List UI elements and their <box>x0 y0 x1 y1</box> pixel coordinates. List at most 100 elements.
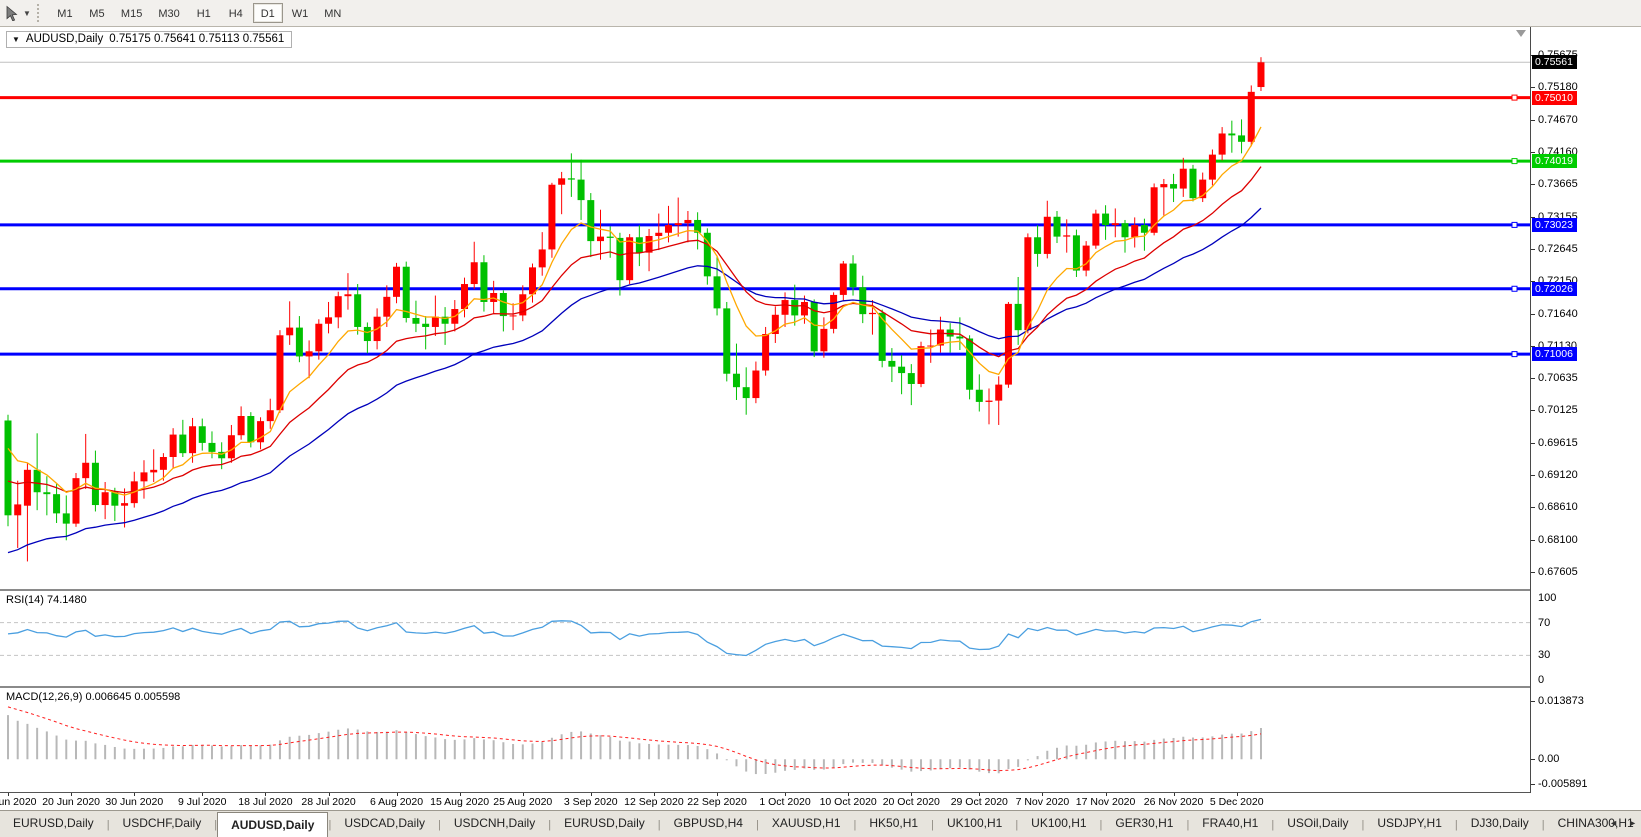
timeframe-button-M5[interactable]: M5 <box>82 3 112 23</box>
toolbar-drag-handle[interactable] <box>37 4 43 22</box>
macd-canvas <box>0 688 1530 792</box>
price-axis-tick-label: 0.69615 <box>1538 437 1578 449</box>
tab-scroll-buttons: ◄ ► <box>1609 818 1637 828</box>
chart-tool-group[interactable]: ▼ <box>0 5 35 21</box>
ohlc-values: 0.75175 0.75641 0.75113 0.75561 <box>109 33 284 45</box>
price-axis-tick <box>1531 507 1535 508</box>
price-axis-tick <box>1531 184 1535 185</box>
price-axis-tick-label: 0.69120 <box>1538 469 1578 481</box>
timeframe-button-H4[interactable]: H4 <box>221 3 251 23</box>
price-axis-tick <box>1531 540 1535 541</box>
macd-indicator-pane[interactable] <box>0 688 1530 793</box>
price-axis-tick-label: 0.68610 <box>1538 501 1578 513</box>
chart-shift-marker-icon[interactable] <box>1516 30 1526 37</box>
date-tick-label: 20 Jun 2020 <box>42 796 100 808</box>
symbol-tab-USOil-Daily[interactable]: USOil,Daily <box>1274 811 1361 837</box>
hline-price-badge[interactable]: 0.75010 <box>1532 91 1577 105</box>
date-tick-label: 17 Nov 2020 <box>1076 796 1136 808</box>
tab-scroll-left-button[interactable]: ◄ <box>1609 818 1618 828</box>
tool-dropdown-arrow-icon[interactable]: ▼ <box>23 9 31 18</box>
price-axis-tick <box>1531 87 1535 88</box>
price-axis[interactable]: 0.756750.751800.746700.741600.736650.731… <box>1530 27 1641 793</box>
price-axis-tick-label: 0.70635 <box>1538 372 1578 384</box>
current-price-badge[interactable]: 0.75561 <box>1532 55 1577 69</box>
date-tick-label: 11 Jun 2020 <box>0 796 37 808</box>
hline-handle[interactable] <box>1512 286 1517 291</box>
price-axis-tick <box>1531 410 1535 411</box>
hline-price-badge[interactable]: 0.72026 <box>1532 282 1577 296</box>
macd-axis-tick <box>1531 759 1535 760</box>
symbol-tab-EURUSD-Daily[interactable]: EURUSD,Daily <box>551 811 658 837</box>
timeframe-button-M30[interactable]: M30 <box>151 3 186 23</box>
macd-axis-label: 0.013873 <box>1538 695 1584 707</box>
price-chart-canvas <box>0 27 1530 589</box>
price-axis-tick-label: 0.70125 <box>1538 404 1578 416</box>
hline-handle[interactable] <box>1512 222 1517 227</box>
hline-price-badge[interactable]: 0.74019 <box>1532 154 1577 168</box>
price-axis-tick <box>1531 120 1535 121</box>
symbol-tab-GER30-H1[interactable]: GER30,H1 <box>1102 811 1186 837</box>
timeframe-button-D1[interactable]: D1 <box>253 3 283 23</box>
symbol-tab-UK100-H1[interactable]: UK100,H1 <box>934 811 1015 837</box>
hline-handle[interactable] <box>1512 95 1517 100</box>
date-tick-label: 15 Aug 2020 <box>430 796 489 808</box>
macd-axis-tick <box>1531 784 1535 785</box>
tab-scroll-right-button[interactable]: ► <box>1628 818 1637 828</box>
price-axis-tick-label: 0.68100 <box>1538 534 1578 546</box>
timeframe-toolbar: ▼ M1M5M15M30H1H4D1W1MN <box>0 0 1641 27</box>
symbol-tab-USDCHF-Daily[interactable]: USDCHF,Daily <box>110 811 215 837</box>
symbol-tab-GBPUSD-H4[interactable]: GBPUSD,H4 <box>661 811 756 837</box>
macd-axis-tick <box>1531 701 1535 702</box>
symbol-tab-USDCAD-Daily[interactable]: USDCAD,Daily <box>331 811 438 837</box>
symbol-tab-FRA40-H1[interactable]: FRA40,H1 <box>1189 811 1271 837</box>
timeframe-button-W1[interactable]: W1 <box>285 3 316 23</box>
symbol-tab-USDCNH-Daily[interactable]: USDCNH,Daily <box>441 811 548 837</box>
symbol-tab-UK100-H1[interactable]: UK100,H1 <box>1018 811 1099 837</box>
rsi-axis-label: 100 <box>1538 592 1556 604</box>
price-axis-tick <box>1531 378 1535 379</box>
macd-label: MACD(12,26,9) 0.006645 0.005598 <box>6 691 180 703</box>
date-tick-label: 26 Nov 2020 <box>1144 796 1204 808</box>
date-tick-label: 6 Aug 2020 <box>370 796 423 808</box>
hline-handle[interactable] <box>1512 159 1517 164</box>
date-tick-label: 18 Jul 2020 <box>238 796 292 808</box>
rsi-line <box>8 619 1261 655</box>
symbol-tab-EURUSD-Daily[interactable]: EURUSD,Daily <box>0 811 107 837</box>
date-tick-label: 20 Oct 2020 <box>883 796 940 808</box>
price-axis-tick <box>1531 572 1535 573</box>
rsi-axis-label: 70 <box>1538 617 1550 629</box>
timeframe-button-M15[interactable]: M15 <box>114 3 149 23</box>
date-tick-label: 12 Sep 2020 <box>624 796 684 808</box>
symbol-tab-XAUUSD-H1[interactable]: XAUUSD,H1 <box>759 811 854 837</box>
mt4-window: ▼ M1M5M15M30H1H4D1W1MN ▼ AUDUSD,Daily 0.… <box>0 0 1641 837</box>
symbol-tab-DJ30-Daily[interactable]: DJ30,Daily <box>1458 811 1542 837</box>
price-axis-tick-label: 0.71640 <box>1538 308 1578 320</box>
hline-price-badge[interactable]: 0.73023 <box>1532 218 1577 232</box>
price-axis-tick <box>1531 249 1535 250</box>
date-tick-label: 7 Nov 2020 <box>1016 796 1070 808</box>
hline-handle[interactable] <box>1512 352 1517 357</box>
date-tick-label: 9 Jul 2020 <box>178 796 226 808</box>
symbol-name: AUDUSD,Daily <box>26 33 103 45</box>
timeframe-buttons: M1M5M15M30H1H4D1W1MN <box>49 3 349 23</box>
date-tick-label: 5 Dec 2020 <box>1210 796 1264 808</box>
rsi-indicator-pane[interactable] <box>0 591 1530 688</box>
title-collapse-arrow-icon[interactable]: ▼ <box>12 35 20 44</box>
chart-symbol-title[interactable]: ▼ AUDUSD,Daily 0.75175 0.75641 0.75113 0… <box>6 31 292 48</box>
price-axis-tick-label: 0.72645 <box>1538 243 1578 255</box>
price-chart-pane[interactable] <box>0 27 1530 591</box>
symbol-tab-HK50-H1[interactable]: HK50,H1 <box>856 811 931 837</box>
date-tick-label: 28 Jul 2020 <box>301 796 355 808</box>
time-axis[interactable]: 11 Jun 2020 20 Jun 2020 30 Jun 2020 9 Jul 2… <box>0 793 1530 810</box>
macd-axis-label: 0.00 <box>1538 753 1559 765</box>
date-tick-label: 30 Jun 2020 <box>105 796 163 808</box>
candlesticks <box>5 57 1265 561</box>
symbol-tab-AUDUSD-Daily[interactable]: AUDUSD,Daily <box>217 812 328 837</box>
timeframe-button-MN[interactable]: MN <box>317 3 348 23</box>
timeframe-button-M1[interactable]: M1 <box>50 3 80 23</box>
rsi-canvas <box>0 591 1530 686</box>
timeframe-button-H1[interactable]: H1 <box>189 3 219 23</box>
symbol-tab-USDJPY-H1[interactable]: USDJPY,H1 <box>1364 811 1454 837</box>
price-axis-tick <box>1531 443 1535 444</box>
hline-price-badge[interactable]: 0.71006 <box>1532 347 1577 361</box>
